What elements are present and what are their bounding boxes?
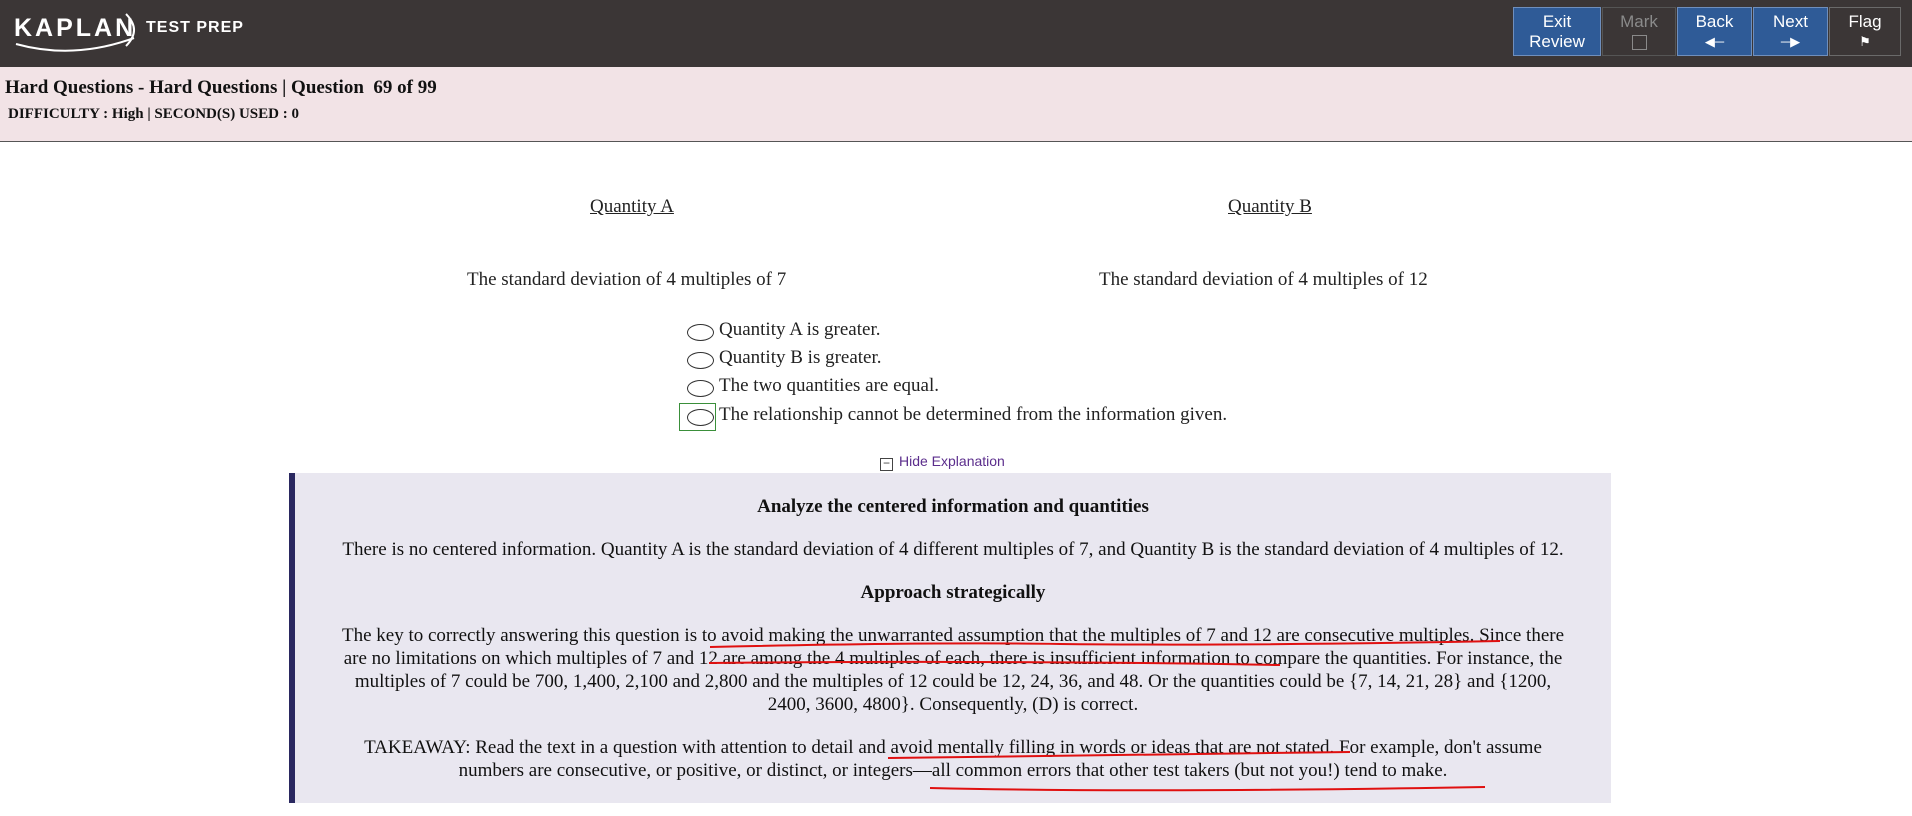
exit-review-button[interactable]: Exit Review: [1513, 7, 1601, 56]
mark-button[interactable]: Mark: [1602, 7, 1676, 56]
takeaway-line: numbers are consecutive, or positive, or…: [458, 760, 1448, 781]
arrow-left-icon: ◀─: [1704, 34, 1725, 49]
takeaway-line: TAKEAWAY: Read the text in a question wi…: [364, 737, 1542, 758]
explanation-paragraph-2-line: are no limitations on which multiples of…: [343, 648, 1563, 669]
hide-explanation-label: Hide Explanation: [899, 453, 1005, 469]
explanation-paragraph-2-line: 2400, 3600, 4800}. Consequently, (D) is …: [767, 694, 1139, 715]
logo-suffix: TEST PREP: [146, 19, 244, 36]
explanation-paragraph-2-line: multiples of 7 could be 700, 1,400, 2,10…: [354, 671, 1552, 692]
kaplan-logo: KAPLAN TEST PREP: [14, 8, 244, 52]
flag-icon: ⚑: [1859, 34, 1871, 49]
quantity-b-heading: Quantity B: [1228, 196, 1312, 217]
explanation-paragraph-2-line: The key to correctly answering this ques…: [341, 625, 1565, 646]
choice-label: The relationship cannot be determined fr…: [719, 404, 1228, 425]
flag-label: Flag: [1848, 12, 1882, 31]
radio-button[interactable]: [687, 352, 714, 369]
question-title: Hard Questions - Hard Questions | Questi…: [5, 77, 437, 98]
next-label: Next: [1773, 12, 1808, 31]
choice-label: Quantity B is greater.: [719, 347, 882, 368]
arrow-right-icon: ─▶: [1780, 34, 1801, 49]
hide-explanation-toggle[interactable]: − Hide Explanation: [880, 453, 1005, 471]
mark-label: Mark: [1620, 12, 1658, 31]
quantity-b-text: The standard deviation of 4 multiples of…: [1099, 269, 1428, 290]
next-button[interactable]: Next ─▶: [1753, 7, 1828, 56]
back-label: Back: [1695, 12, 1734, 31]
exit-label: Exit: [1542, 12, 1572, 31]
question-info-bar: Hard Questions - Hard Questions | Questi…: [0, 67, 1912, 142]
explanation-paragraph-1: There is no centered information. Quanti…: [342, 539, 1564, 560]
top-toolbar: KAPLAN TEST PREP Exit Review Mark Back ◀…: [0, 0, 1912, 67]
explanation-heading-2: Approach strategically: [860, 582, 1046, 603]
review-label: Review: [1529, 32, 1585, 51]
flag-button[interactable]: Flag ⚑: [1829, 7, 1901, 56]
radio-button[interactable]: [687, 324, 714, 341]
choice-label: Quantity A is greater.: [719, 319, 881, 340]
logo-wordmark: KAPLAN: [14, 14, 137, 42]
back-button[interactable]: Back ◀─: [1677, 7, 1752, 56]
quantity-a-heading: Quantity A: [590, 196, 674, 217]
radio-button[interactable]: [687, 380, 714, 397]
explanation-panel: Analyze the centered information and qua…: [289, 473, 1611, 803]
choice-label: The two quantities are equal.: [719, 375, 940, 396]
mark-checkbox[interactable]: [1631, 35, 1647, 50]
explanation-heading-1: Analyze the centered information and qua…: [757, 496, 1149, 517]
collapse-icon: −: [880, 457, 893, 471]
quantity-a-text: The standard deviation of 4 multiples of…: [467, 269, 787, 290]
difficulty-info: DIFFICULTY : High | SECOND(S) USED : 0: [8, 106, 299, 122]
radio-button[interactable]: [687, 409, 714, 426]
